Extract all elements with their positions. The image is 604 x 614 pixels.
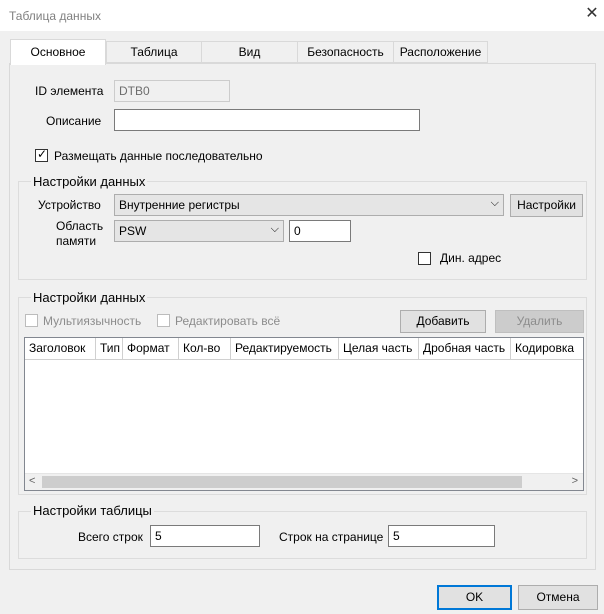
window-title: Таблица данных <box>9 9 101 23</box>
column-header[interactable]: Кодировка <box>511 338 583 360</box>
sequential-checkbox[interactable] <box>35 147 48 162</box>
multilang-checkbox[interactable] <box>25 314 38 327</box>
rows-per-page-field[interactable]: 5 <box>388 525 495 547</box>
memory-area-dropdown[interactable]: PSW ⌵ <box>114 220 284 242</box>
dynamic-address-checkbox[interactable] <box>418 252 431 265</box>
horizontal-scrollbar[interactable]: < > <box>25 473 583 490</box>
scroll-left-icon[interactable]: < <box>29 475 35 487</box>
dynamic-address-label: Дин. адрес <box>440 251 502 265</box>
total-rows-field[interactable]: 5 <box>150 525 260 547</box>
delete-button[interactable]: Удалить <box>495 310 584 333</box>
edit-all-label: Редактировать всё <box>175 314 281 328</box>
sequential-label: Размещать данные последовательно <box>54 149 263 163</box>
rows-per-page-label: Строк на странице <box>279 530 384 544</box>
address-field[interactable]: 0 <box>289 220 351 242</box>
id-label: ID элемента <box>35 84 104 98</box>
column-header[interactable]: Кол-во <box>179 338 231 360</box>
data-settings-title: Настройки данных <box>31 174 148 189</box>
column-header[interactable]: Заголовок <box>25 338 96 360</box>
close-icon[interactable]: ✕ <box>582 4 602 24</box>
memory-area-value: PSW <box>119 224 147 238</box>
columns-grid[interactable]: Заголовок Тип Формат Кол-во Редактируемо… <box>24 337 584 491</box>
settings-button[interactable]: Настройки <box>510 194 583 217</box>
scrollbar-thumb[interactable] <box>42 476 522 488</box>
footer <box>0 573 604 614</box>
data-columns-title: Настройки данных <box>31 290 148 305</box>
memory-area-label-1: Область <box>56 219 104 233</box>
chevron-down-icon: ⌵ <box>490 197 499 209</box>
table-settings-title: Настройки таблицы <box>31 503 154 518</box>
tab-general[interactable]: Основное <box>10 39 106 65</box>
tab-table[interactable]: Таблица <box>106 41 202 63</box>
chevron-down-icon: ⌵ <box>270 223 279 235</box>
edit-all-checkbox[interactable] <box>157 314 170 327</box>
device-label: Устройство <box>38 198 101 212</box>
column-header[interactable]: Редактируемость <box>231 338 339 360</box>
column-header[interactable]: Целая часть <box>339 338 419 360</box>
ok-button[interactable]: OK <box>437 585 512 610</box>
device-value: Внутренние регистры <box>119 198 240 212</box>
description-label: Описание <box>46 114 102 128</box>
cancel-button[interactable]: Отмена <box>518 585 598 610</box>
id-field: DTB0 <box>114 80 230 102</box>
description-field[interactable] <box>114 109 420 131</box>
scroll-right-icon[interactable]: > <box>572 475 578 487</box>
column-header[interactable]: Тип <box>96 338 123 360</box>
multilang-label: Мультиязычность <box>43 314 142 328</box>
tab-security[interactable]: Безопасность <box>297 41 394 63</box>
device-dropdown[interactable]: Внутренние регистры ⌵ <box>114 194 504 216</box>
column-header[interactable]: Формат <box>123 338 179 360</box>
tab-location[interactable]: Расположение <box>393 41 488 63</box>
total-rows-label: Всего строк <box>78 530 143 544</box>
add-button[interactable]: Добавить <box>400 310 486 333</box>
memory-area-label-2: памяти <box>56 234 97 248</box>
column-header[interactable]: Дробная часть <box>419 338 511 360</box>
tab-view[interactable]: Вид <box>201 41 298 63</box>
